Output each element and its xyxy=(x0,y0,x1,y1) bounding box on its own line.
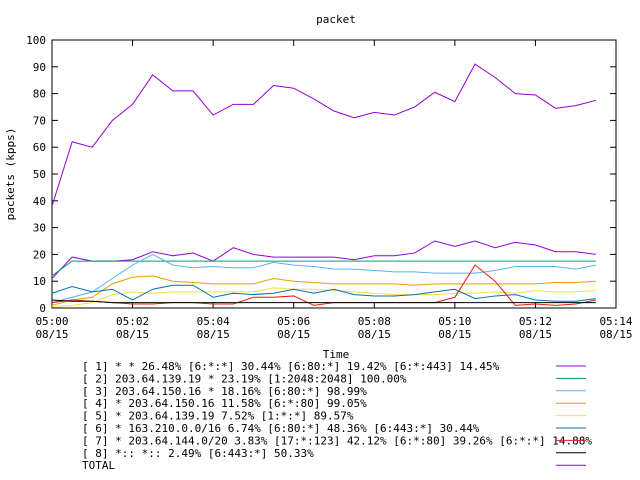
x-tick-time-label: 05:06 xyxy=(277,315,310,328)
x-tick-date-label: 08/15 xyxy=(35,328,68,341)
x-tick-time-label: 05:12 xyxy=(519,315,552,328)
y-tick-label: 20 xyxy=(33,248,46,261)
x-tick-date-label: 08/15 xyxy=(438,328,471,341)
y-tick-label: 0 xyxy=(39,302,46,315)
y-tick-label: 70 xyxy=(33,114,46,127)
x-tick-time-label: 05:02 xyxy=(116,315,149,328)
y-tick-label: 10 xyxy=(33,275,46,288)
y-tick-label: 60 xyxy=(33,141,46,154)
chart-title: packet xyxy=(316,13,356,26)
x-tick-date-label: 08/15 xyxy=(599,328,632,341)
x-tick-time-label: 05:00 xyxy=(35,315,68,328)
series-line-4 xyxy=(51,275,596,306)
y-axis-label: packets (kpps) xyxy=(4,128,17,221)
legend-label-7: [ 7] * 203.64.144.0/20 3.83% [17:*:123] … xyxy=(82,434,592,447)
chart: packet 0102030405060708090100 05:0008/15… xyxy=(4,13,633,472)
legend-label-6: [ 6] * 163.210.0.0/16 6.74% [6:80:*] 48.… xyxy=(82,422,480,435)
x-tick-labels: 05:0008/1505:0208/1505:0408/1505:0608/15… xyxy=(35,315,632,341)
series-lines xyxy=(51,63,596,308)
legend-label-1: [ 1] * * 26.48% [6:*:*] 30.44% [6:80:*] … xyxy=(82,360,500,373)
legend-label-5: [ 5] * 203.64.139.19 7.52% [1:*:*] 89.57… xyxy=(82,410,354,423)
plot-frame xyxy=(51,39,617,309)
x-tick-date-label: 08/15 xyxy=(197,328,230,341)
y-tick-label: 40 xyxy=(33,195,46,208)
y-tick-label: 100 xyxy=(26,34,46,47)
series-line-9 xyxy=(51,63,596,207)
legend-label-3: [ 3] 203.64.150.16 * 18.16% [6:80:*] 98.… xyxy=(82,385,367,398)
x-tick-date-label: 08/15 xyxy=(358,328,391,341)
x-tick-time-label: 05:04 xyxy=(197,315,230,328)
x-tick-date-label: 08/15 xyxy=(116,328,149,341)
x-tick-date-label: 08/15 xyxy=(519,328,552,341)
y-tick-label: 90 xyxy=(33,61,46,74)
legend-label-2: [ 2] 203.64.139.19 * 23.19% [1:2048:2048… xyxy=(82,372,407,385)
legend-label-8: [ 8] *:: *:: 2.49% [6:443:*] 50.33% xyxy=(82,447,314,460)
legend: [ 1] * * 26.48% [6:*:*] 30.44% [6:80:*] … xyxy=(82,360,592,472)
y-tick-label: 80 xyxy=(33,88,46,101)
tick-marks xyxy=(51,39,617,309)
series-line-3 xyxy=(51,253,596,304)
y-tick-label: 30 xyxy=(33,222,46,235)
series-line-2 xyxy=(51,260,596,277)
legend-label-9: TOTAL xyxy=(82,459,115,472)
x-tick-time-label: 05:10 xyxy=(438,315,471,328)
x-tick-date-label: 08/15 xyxy=(277,328,310,341)
legend-label-4: [ 4] * 203.64.150.16 11.58% [6:*:80] 99.… xyxy=(82,397,367,410)
x-tick-time-label: 05:08 xyxy=(358,315,391,328)
series-line-1 xyxy=(51,240,596,279)
y-tick-labels: 0 10 20 30 40 50 60 70 80 90 100 xyxy=(26,34,46,315)
x-tick-time-label: 05:14 xyxy=(599,315,632,328)
series-line-8 xyxy=(51,299,596,304)
y-tick-label: 50 xyxy=(33,168,46,181)
